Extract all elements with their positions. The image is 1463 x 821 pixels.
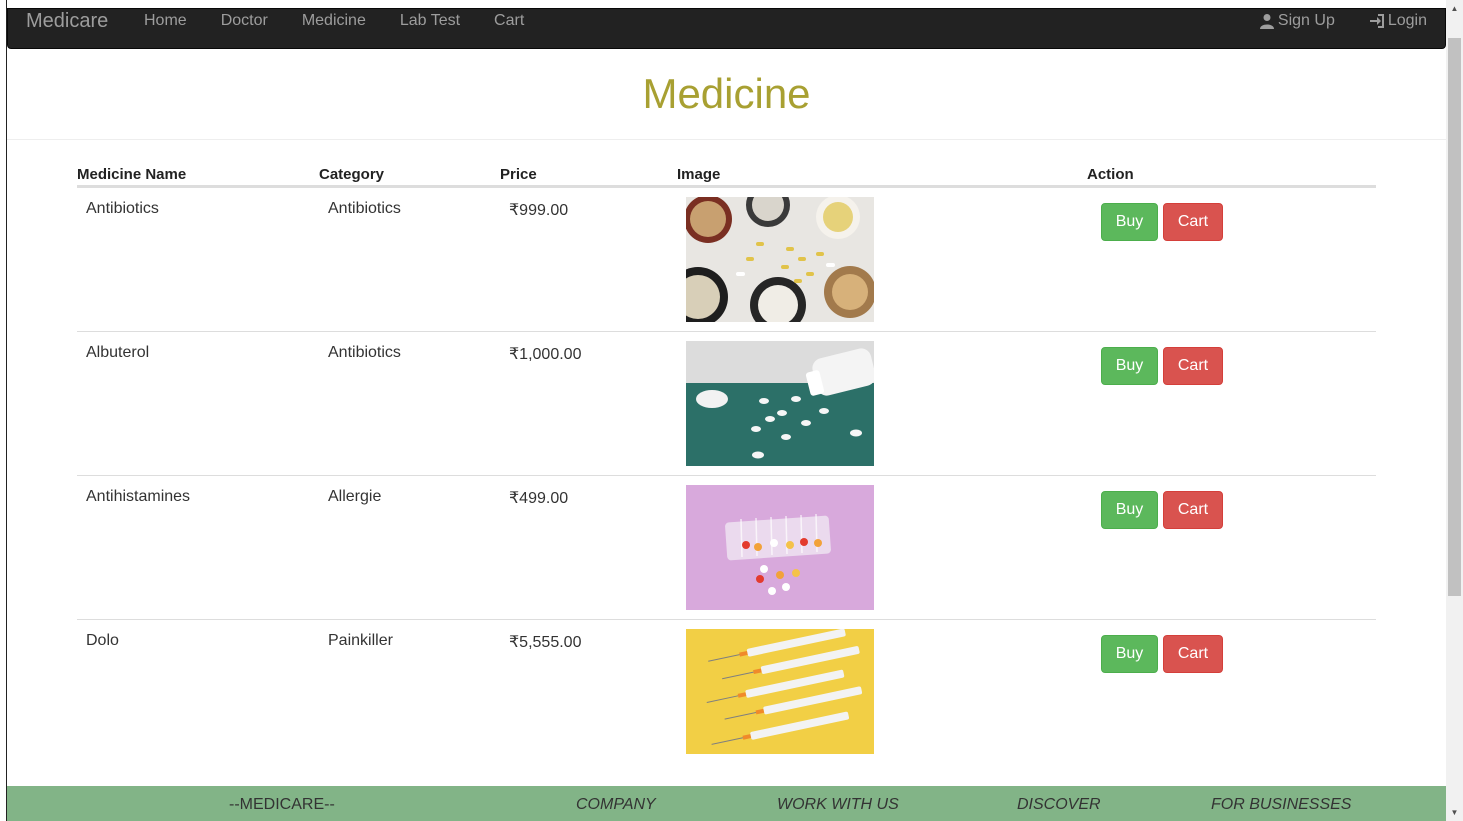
medicine-name: Dolo bbox=[86, 632, 119, 649]
signup-link[interactable]: Sign Up bbox=[1259, 11, 1335, 31]
top-navbar: Medicare Home Doctor Medicine Lab Test C… bbox=[7, 8, 1446, 49]
buy-button[interactable]: Buy bbox=[1101, 347, 1158, 385]
footer-work-with-us[interactable]: WORK WITH US bbox=[777, 796, 899, 814]
medicine-price: ₹999.00 bbox=[509, 202, 569, 219]
user-icon bbox=[1259, 14, 1274, 29]
cart-button[interactable]: Cart bbox=[1163, 491, 1223, 529]
medicine-category: Antibiotics bbox=[328, 344, 401, 361]
login-link[interactable]: Login bbox=[1369, 11, 1427, 31]
pill-bowls-image bbox=[686, 197, 874, 322]
login-icon bbox=[1369, 14, 1384, 28]
nav-links: Home Doctor Medicine Lab Test Cart bbox=[144, 11, 558, 31]
nav-right: Sign Up Login bbox=[1225, 11, 1427, 31]
medicine-category: Antibiotics bbox=[328, 200, 401, 217]
table-row: Antihistamines Allergie ₹499.00 Buy Cart bbox=[77, 475, 1376, 619]
pill-bottle-image bbox=[686, 341, 874, 466]
page-title: Medicine bbox=[642, 70, 811, 117]
table-row: Albuterol Antibiotics ₹1,000.00 Buy Cart bbox=[77, 331, 1376, 475]
window-left-edge bbox=[0, 0, 7, 821]
cart-button[interactable]: Cart bbox=[1163, 635, 1223, 673]
footer: --MEDICARE-- COMPANY WORK WITH US DISCOV… bbox=[7, 786, 1446, 821]
table-row: Antibiotics Antibiotics ₹999.00 Buy Cart bbox=[77, 187, 1376, 331]
footer-for-businesses[interactable]: FOR BUSINESSES bbox=[1211, 796, 1351, 814]
th-medicine-name: Medicine Name bbox=[77, 166, 187, 183]
th-image: Image bbox=[677, 166, 721, 183]
nav-doctor[interactable]: Doctor bbox=[221, 11, 268, 31]
cart-button[interactable]: Cart bbox=[1163, 347, 1223, 385]
table-header: Medicine Name Category Price Image Actio… bbox=[77, 160, 1376, 187]
medicine-name: Antihistamines bbox=[86, 488, 191, 505]
medicine-category: Painkiller bbox=[328, 632, 393, 649]
scroll-down-arrow-icon[interactable]: ▼ bbox=[1446, 804, 1463, 821]
th-price: Price bbox=[500, 166, 537, 183]
nav-lab-test[interactable]: Lab Test bbox=[400, 11, 460, 31]
medicine-table: Medicine Name Category Price Image Actio… bbox=[77, 160, 1376, 763]
nav-home[interactable]: Home bbox=[144, 11, 187, 31]
buy-button[interactable]: Buy bbox=[1101, 635, 1158, 673]
vertical-scrollbar[interactable]: ▲ ▼ bbox=[1446, 0, 1463, 821]
medicine-price: ₹499.00 bbox=[509, 490, 569, 507]
pill-organizer-image bbox=[686, 485, 874, 610]
footer-brand: --MEDICARE-- bbox=[229, 796, 335, 813]
medicine-price: ₹5,555.00 bbox=[509, 634, 582, 651]
scroll-thumb[interactable] bbox=[1448, 38, 1461, 596]
medicine-price: ₹1,000.00 bbox=[509, 346, 582, 363]
buy-button[interactable]: Buy bbox=[1101, 203, 1158, 241]
nav-cart[interactable]: Cart bbox=[494, 11, 524, 31]
th-action: Action bbox=[1087, 166, 1134, 183]
table-row: Dolo Painkiller ₹5,555.00 Buy Cart bbox=[77, 619, 1376, 763]
th-category: Category bbox=[319, 166, 385, 183]
window-top-edge bbox=[0, 0, 1446, 8]
medicine-category: Allergie bbox=[328, 488, 382, 505]
syringes-image bbox=[686, 629, 874, 754]
footer-discover[interactable]: DISCOVER bbox=[1017, 796, 1101, 814]
login-label: Login bbox=[1387, 12, 1427, 29]
scroll-up-arrow-icon[interactable]: ▲ bbox=[1446, 0, 1463, 17]
nav-medicine[interactable]: Medicine bbox=[302, 11, 366, 31]
signup-label: Sign Up bbox=[1277, 12, 1335, 29]
brand-logo[interactable]: Medicare bbox=[26, 10, 108, 32]
cart-button[interactable]: Cart bbox=[1163, 203, 1223, 241]
footer-company[interactable]: COMPANY bbox=[576, 796, 656, 814]
buy-button[interactable]: Buy bbox=[1101, 491, 1158, 529]
header-divider bbox=[7, 139, 1446, 140]
medicine-name: Albuterol bbox=[86, 344, 150, 361]
medicine-name: Antibiotics bbox=[86, 200, 159, 217]
